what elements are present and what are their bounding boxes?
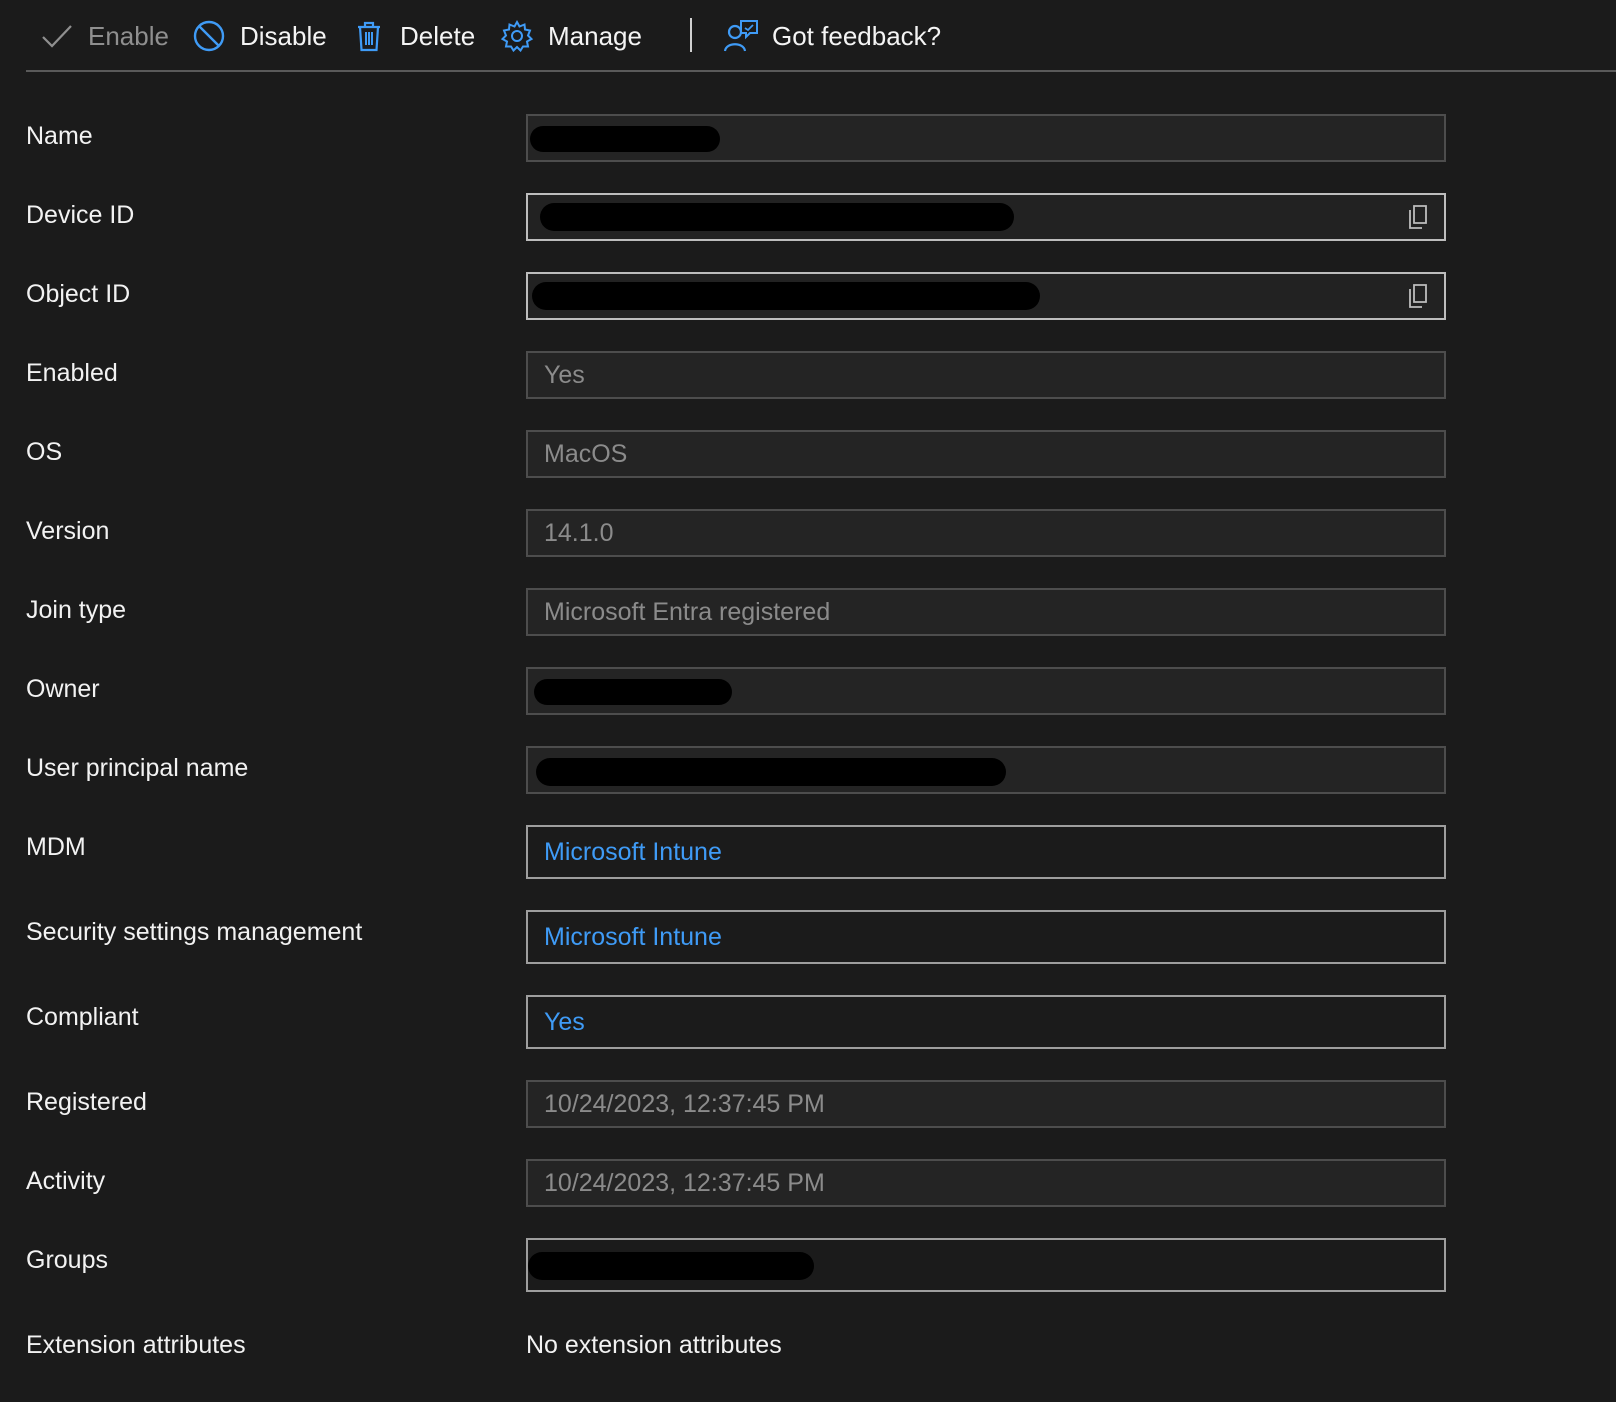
extension-attributes-label: Extension attributes (26, 1331, 246, 1359)
gear-icon (498, 17, 536, 55)
delete-label: Delete (400, 20, 476, 51)
enable-label: Enable (88, 20, 169, 51)
name-field (526, 114, 1446, 162)
name-label: Name (26, 122, 93, 150)
trash-icon (350, 17, 388, 55)
join-type-value: Microsoft Entra registered (544, 597, 831, 626)
feedback-person-icon (722, 17, 760, 55)
security-settings-link[interactable]: Microsoft Intune (544, 923, 722, 952)
object-id-label: Object ID (26, 280, 131, 308)
security-settings-field: Microsoft Intune (526, 910, 1446, 964)
registered-field: 10/24/2023, 12:37:45 PM (526, 1080, 1446, 1128)
extension-attributes-value: No extension attributes (526, 1331, 782, 1359)
mdm-link[interactable]: Microsoft Intune (544, 838, 722, 867)
registered-value: 10/24/2023, 12:37:45 PM (544, 1089, 825, 1118)
activity-field: 10/24/2023, 12:37:45 PM (526, 1159, 1446, 1207)
feedback-label: Got feedback? (772, 20, 942, 51)
registered-label: Registered (26, 1088, 147, 1116)
device-id-field[interactable] (526, 193, 1446, 241)
delete-button[interactable]: Delete (350, 0, 475, 72)
os-label: OS (26, 438, 63, 466)
version-value: 14.1.0 (544, 518, 614, 547)
disable-label: Disable (240, 20, 327, 51)
join-type-field: Microsoft Entra registered (526, 588, 1446, 636)
join-type-label: Join type (26, 596, 127, 624)
enabled-label: Enabled (26, 359, 118, 387)
owner-label: Owner (26, 675, 100, 703)
redaction-mark (540, 203, 1014, 231)
redaction-mark (536, 758, 1006, 786)
checkmark-icon (38, 17, 76, 55)
groups-label: Groups (26, 1246, 108, 1274)
redaction-mark (528, 1252, 814, 1280)
compliant-field: Yes (526, 995, 1446, 1049)
activity-label: Activity (26, 1167, 106, 1195)
version-label: Version (26, 517, 110, 545)
redaction-mark (534, 679, 732, 705)
enabled-value: Yes (544, 360, 585, 389)
block-icon (190, 17, 228, 55)
manage-label: Manage (548, 20, 642, 51)
compliant-link[interactable]: Yes (544, 1008, 585, 1037)
version-field: 14.1.0 (526, 509, 1446, 557)
compliant-label: Compliant (26, 1003, 139, 1031)
disable-button[interactable]: Disable (190, 0, 327, 72)
manage-button[interactable]: Manage (498, 0, 642, 72)
feedback-button[interactable]: Got feedback? (722, 0, 941, 72)
os-field: MacOS (526, 430, 1446, 478)
upn-field (526, 746, 1446, 794)
redaction-mark (532, 282, 1040, 310)
os-value: MacOS (544, 439, 628, 468)
groups-field (526, 1238, 1446, 1292)
copy-icon[interactable] (1402, 201, 1434, 233)
command-bar: Enable Disable Delete Manage Got feedbac… (26, 0, 1616, 72)
enable-button[interactable]: Enable (38, 0, 169, 72)
device-id-label: Device ID (26, 201, 135, 229)
upn-label: User principal name (26, 754, 249, 782)
activity-value: 10/24/2023, 12:37:45 PM (544, 1168, 825, 1197)
toolbar-divider (690, 18, 692, 52)
mdm-field: Microsoft Intune (526, 825, 1446, 879)
redaction-mark (530, 126, 720, 152)
copy-icon[interactable] (1402, 280, 1434, 312)
object-id-field[interactable] (526, 272, 1446, 320)
owner-field (526, 667, 1446, 715)
enabled-field: Yes (526, 351, 1446, 399)
security-settings-label: Security settings management (26, 918, 363, 946)
mdm-label: MDM (26, 833, 86, 861)
